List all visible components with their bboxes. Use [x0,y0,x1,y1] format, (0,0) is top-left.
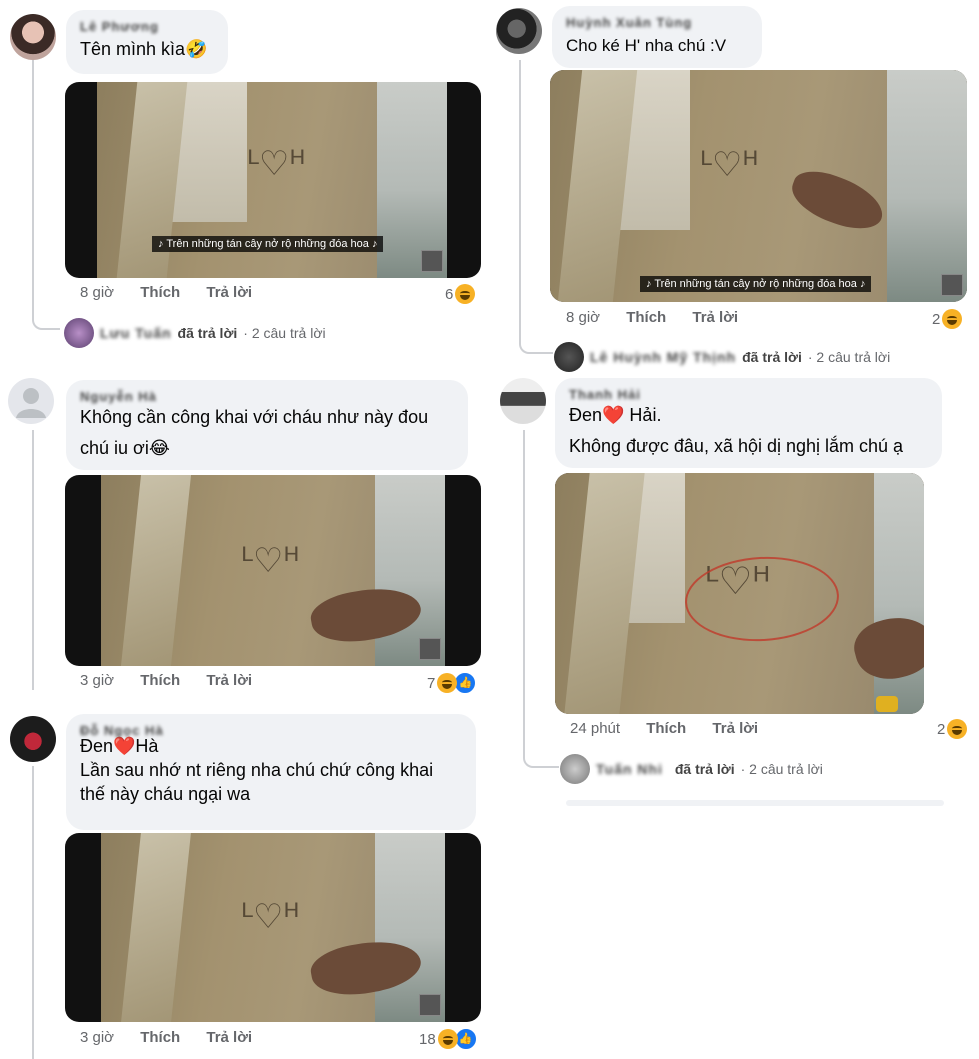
reply-button[interactable]: Trả lời [692,309,738,326]
reply-author: Lê Huỳnh Mỹ Thịnh [590,349,737,365]
drawn-heart-icon: ᴸ♡ᴴ [247,144,306,184]
haha-reaction-icon [947,719,968,739]
reaction-summary[interactable]: 18 👍 [419,1028,477,1050]
replies-link[interactable]: Tuấn Nhi đã trả lời · 2 câu trả lời [560,754,823,784]
comment-actions: 3 giờ Thích Trả lời [80,672,274,689]
reaction-summary[interactable]: 6 [445,284,476,304]
channel-thumbnail [419,638,441,660]
video-attachment[interactable]: ᴸ♡ᴴ [65,833,481,1022]
reply-count: · 2 câu trả lời [740,761,823,777]
reaction-count: 18 [419,1030,436,1048]
default-avatar-icon [16,388,46,418]
thread-connector [32,290,60,330]
commenter-name[interactable]: Đỗ Ngọc Hà [80,723,164,738]
commenter-name[interactable]: Nguyễn Hà [80,389,157,404]
comment-time[interactable]: 8 giờ [80,284,114,301]
video-subtitle: ♪ Trên những tán cây nở rộ những đóa hoa… [152,236,384,252]
reply-count: · 2 câu trả lời [243,325,326,341]
like-button[interactable]: Thích [140,284,180,301]
reaction-count: 2 [937,720,946,738]
comment-text: Đen❤️ Hải. Không được đâu, xã hội dị ngh… [569,405,904,456]
comment-actions: 8 giờ Thích Trả lời [80,284,274,301]
haha-reaction-icon [942,309,963,329]
like-button[interactable]: Thích [140,672,180,689]
haha-reaction-icon [437,1029,458,1049]
channel-thumbnail [421,250,443,272]
reply-button[interactable]: Trả lời [206,284,252,301]
avatar [560,754,590,784]
reply-author: Tuấn Nhi [596,761,663,777]
reply-count: · 2 câu trả lời [807,349,891,365]
haha-reaction-icon [437,673,458,693]
avatar[interactable] [10,14,56,60]
avatar[interactable] [496,8,542,54]
avatar [554,342,584,372]
video-attachment[interactable]: ᴸ♡ᴴ [555,473,924,714]
comment-time[interactable]: 3 giờ [80,672,114,689]
drawn-heart-icon: ᴸ♡ᴴ [241,541,300,581]
comment-text: Đen❤️Hà Lần sau nhớ nt riêng nha chú chứ… [80,736,434,804]
reaction-summary[interactable]: 2 [932,309,963,329]
comment-bubble: Lê Phương Tên mình kìa🤣 [66,10,228,74]
commenter-name[interactable]: Lê Phương [80,19,159,34]
reaction-count: 6 [445,285,454,303]
thread-line [32,430,34,690]
video-attachment[interactable]: ᴸ♡ᴴ [65,475,481,666]
reply-action: đã trả lời [674,761,735,777]
thread-line [32,766,34,1059]
comment-time[interactable]: 3 giờ [80,1029,114,1046]
avatar[interactable] [500,378,546,424]
comment-actions: 24 phút Thích Trả lời [570,720,780,737]
reaction-count: 7 [427,674,436,692]
video-subtitle: ♪ Trên những tán cây nở rộ những đóa hoa… [640,276,872,292]
comment-bubble: Đỗ Ngọc Hà Đen❤️Hà Lần sau nhớ nt riêng … [66,714,476,830]
reply-button[interactable]: Trả lời [206,1029,252,1046]
thread-line [523,430,525,748]
drawn-heart-icon: ᴸ♡ᴴ [700,145,759,185]
thread-connector [519,312,553,354]
like-reaction-icon: 👍 [454,672,477,694]
commenter-name[interactable]: Thanh Hải [569,387,641,402]
reaction-summary[interactable]: 2 [937,719,968,739]
avatar[interactable] [8,378,54,424]
replies-link[interactable]: Lưu Tuấn đã trả lời · 2 câu trả lời [64,318,326,348]
channel-thumbnail [419,994,441,1016]
reply-author: Lưu Tuấn [100,325,172,341]
comment-time[interactable]: 24 phút [570,720,620,737]
replies-link[interactable]: Lê Huỳnh Mỹ Thịnh đã trả lời · 2 câu trả… [554,342,890,372]
channel-thumbnail [941,274,963,296]
drawn-heart-icon: ᴸ♡ᴴ [241,897,300,937]
reply-button[interactable]: Trả lời [206,672,252,689]
comment-bubble: Thanh Hải Đen❤️ Hải. Không được đâu, xã … [555,378,942,468]
thread-connector [523,730,559,768]
avatar [64,318,94,348]
thread-line [32,60,34,310]
like-button[interactable]: Thích [626,309,666,326]
reply-button[interactable]: Trả lời [712,720,758,737]
comment-bubble: Huỳnh Xuân Tùng Cho ké H' nha chú :V [552,6,762,68]
like-reaction-icon: 👍 [454,1028,477,1050]
comment-text: Không cần công khai với cháu như này đou… [80,407,429,458]
commenter-name[interactable]: Huỳnh Xuân Tùng [566,15,692,30]
like-button[interactable]: Thích [646,720,686,737]
comment-text: Tên mình kìa🤣 [80,39,208,59]
video-attachment[interactable]: ᴸ♡ᴴ ♪ Trên những tán cây nở rộ những đóa… [65,82,481,278]
comment-bubble: Nguyễn Hà Không cần công khai với cháu n… [66,380,468,470]
reaction-summary[interactable]: 7 👍 [427,672,477,694]
comment-actions: 3 giờ Thích Trả lời [80,1029,274,1046]
comment-time[interactable]: 8 giờ [566,309,600,326]
reply-action: đã trả lời [177,325,238,341]
avatar[interactable] [10,716,56,762]
reaction-count: 2 [932,310,941,328]
like-button[interactable]: Thích [140,1029,180,1046]
reply-action: đã trả lời [742,349,802,365]
next-comment-edge [566,800,944,806]
crown-badge-icon [876,696,898,712]
comment-text: Cho ké H' nha chú :V [566,36,727,55]
thread-line [519,60,521,326]
comment-actions: 8 giờ Thích Trả lời [566,309,760,326]
video-attachment[interactable]: ᴸ♡ᴴ ♪ Trên những tán cây nở rộ những đóa… [550,70,967,302]
haha-reaction-icon [455,284,476,304]
